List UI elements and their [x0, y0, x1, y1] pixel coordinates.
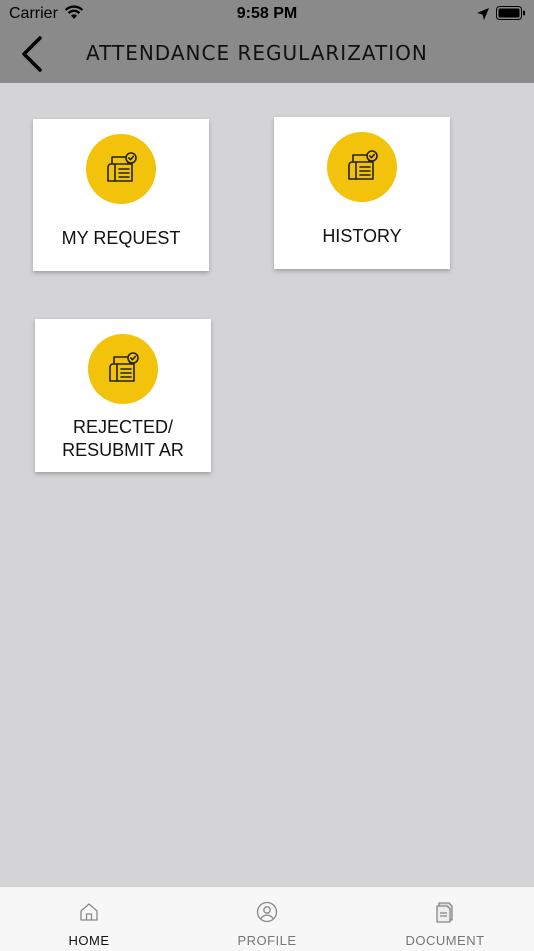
location-arrow-icon [477, 8, 489, 20]
bottom-tab-bar: HOME PROFILE DOCUMENT [0, 886, 534, 951]
tab-home-label: HOME [68, 933, 110, 948]
navigation-bar: ATTENDANCE REGULARIZATION [0, 28, 534, 83]
page-title: ATTENDANCE REGULARIZATION [86, 41, 428, 65]
tab-profile-label: PROFILE [237, 933, 297, 948]
home-icon [80, 903, 98, 921]
history-label: HISTORY [322, 226, 402, 246]
profile-icon [256, 901, 278, 923]
rejected-resubmit-card[interactable]: REJECTED/ RESUBMIT AR [35, 319, 211, 472]
status-time: 9:58 PM [236, 5, 298, 22]
status-bar: Carrier 9:58 PM [0, 0, 534, 28]
rejected-form-icon [88, 334, 158, 404]
my-request-label: MY REQUEST [61, 228, 181, 248]
tab-document[interactable]: DOCUMENT [356, 887, 534, 951]
back-arrow-icon[interactable] [18, 34, 46, 74]
tab-profile[interactable]: PROFILE [178, 887, 356, 951]
request-form-icon [86, 134, 156, 204]
document-icon [436, 902, 453, 923]
battery-icon [496, 6, 525, 20]
tab-home[interactable]: HOME [0, 887, 178, 951]
my-request-card[interactable]: MY REQUEST [33, 119, 209, 271]
history-card[interactable]: HISTORY [274, 117, 450, 269]
history-form-icon [327, 132, 397, 202]
rejected-resubmit-label: REJECTED/ RESUBMIT AR [62, 417, 184, 460]
tab-document-label: DOCUMENT [405, 933, 485, 948]
